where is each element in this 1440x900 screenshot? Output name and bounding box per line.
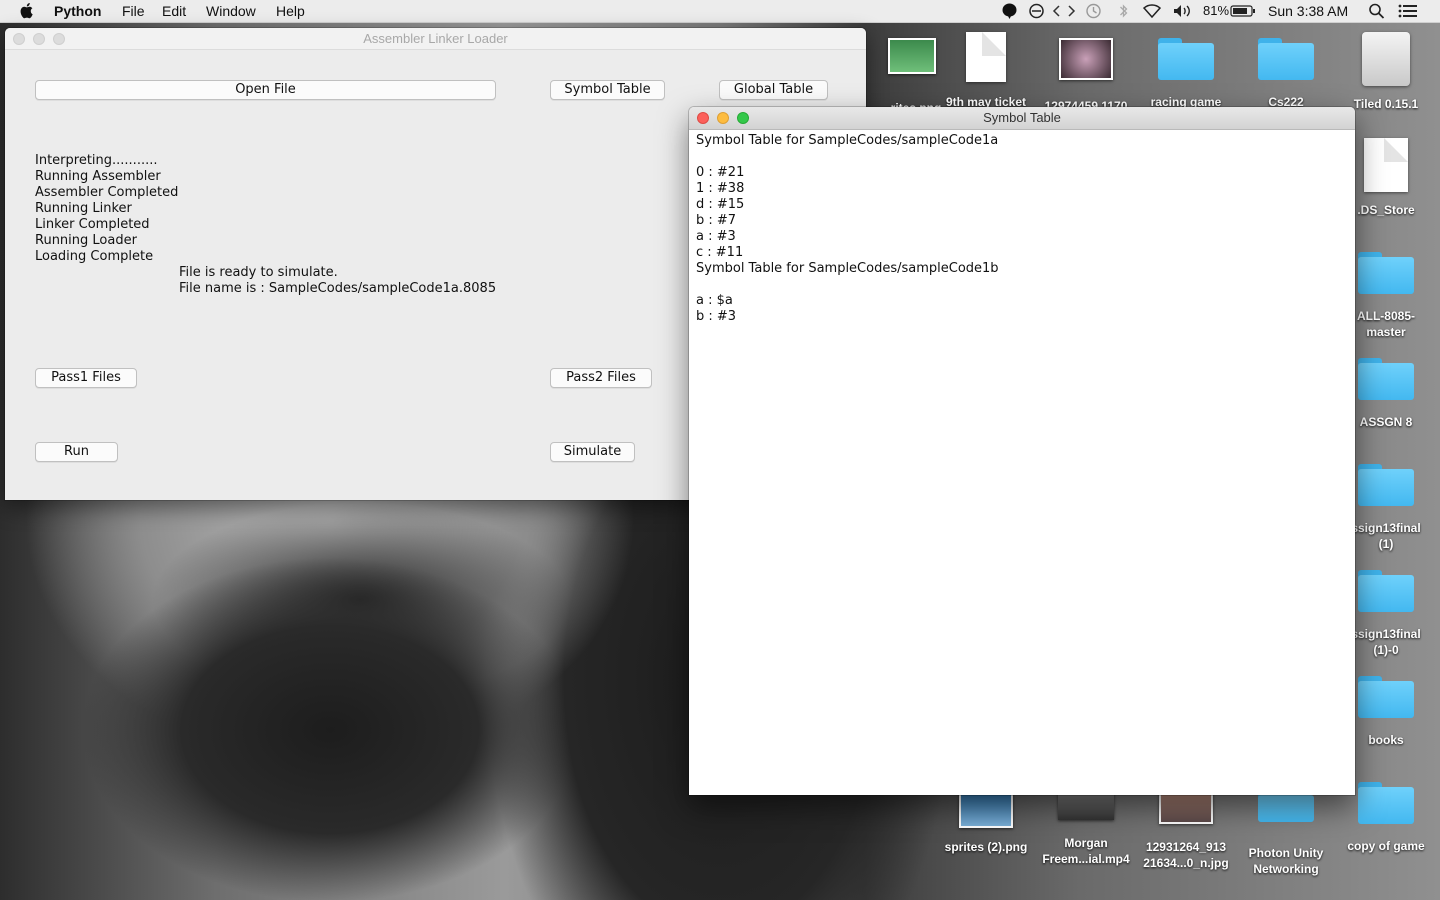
- document-icon: [1364, 138, 1408, 192]
- desktop-icon-cs222[interactable]: Cs222: [1236, 38, 1336, 110]
- symbol-table-button[interactable]: Symbol Table: [550, 80, 665, 100]
- volume-icon[interactable]: [1172, 3, 1194, 19]
- window-titlebar[interactable]: Symbol Table: [689, 107, 1355, 130]
- minimize-button[interactable]: [717, 112, 729, 124]
- file-name-message: File name is : SampleCodes/sampleCode1a.…: [179, 281, 497, 296]
- image-thumbnail-icon: [959, 790, 1013, 828]
- log-line: Running Loader: [35, 233, 137, 248]
- menu-help[interactable]: Help: [276, 3, 305, 19]
- window-title: Assembler Linker Loader: [363, 31, 508, 46]
- notification-center-icon[interactable]: [1398, 3, 1418, 19]
- folder-icon: [1358, 358, 1414, 400]
- desktop-icon-sprites-2[interactable]: sprites (2).png: [936, 790, 1036, 855]
- notification-balloon-icon[interactable]: [1001, 3, 1018, 19]
- image-thumbnail-icon: [888, 38, 936, 74]
- desktop-icon-label: 12931264_913 21634...0_n.jpg: [1143, 840, 1229, 870]
- folder-icon: [1358, 464, 1414, 506]
- image-thumbnail-icon: [1159, 790, 1213, 824]
- simulate-button[interactable]: Simulate: [550, 442, 635, 462]
- bluetooth-icon[interactable]: [1115, 3, 1132, 19]
- symbol-table-text[interactable]: Symbol Table for SampleCodes/sampleCode1…: [696, 133, 999, 325]
- folder-icon: [1258, 38, 1314, 80]
- window-titlebar[interactable]: Assembler Linker Loader: [5, 28, 866, 50]
- log-line: Assembler Completed: [35, 185, 179, 200]
- run-button[interactable]: Run: [35, 442, 118, 462]
- desktop-icon-label: copy of game: [1347, 839, 1425, 853]
- close-button[interactable]: [697, 112, 709, 124]
- zoom-button[interactable]: [53, 33, 65, 45]
- battery-percent: 81%: [1203, 3, 1230, 18]
- apple-icon[interactable]: [20, 2, 35, 19]
- desktop-icon-photon-unity[interactable]: Photon Unity Networking: [1236, 790, 1336, 877]
- menu-window[interactable]: Window: [206, 3, 256, 19]
- zoom-button[interactable]: [737, 112, 749, 124]
- do-not-disturb-icon[interactable]: [1028, 3, 1045, 19]
- menu-file[interactable]: File: [122, 3, 145, 19]
- folder-icon: [1358, 252, 1414, 294]
- desktop-icon-ticket[interactable]: 9th may ticket: [936, 32, 1036, 110]
- desktop-icon-label: Photon Unity Networking: [1248, 846, 1324, 876]
- menu-edit[interactable]: Edit: [162, 3, 186, 19]
- menu-clock[interactable]: Sun 3:38 AM: [1268, 3, 1348, 19]
- desktop-icon-morgan-video[interactable]: Morgan Freem...ial.mp4: [1036, 790, 1136, 867]
- menu-bar: Python File Edit Window Help 81% Sun 3:3…: [0, 0, 1440, 23]
- menu-app-name[interactable]: Python: [54, 3, 101, 19]
- code-brackets-icon[interactable]: [1052, 3, 1076, 19]
- desktop-icon-photo[interactable]: 12974459 1170: [1036, 38, 1136, 114]
- minimize-button[interactable]: [33, 33, 45, 45]
- battery-icon[interactable]: [1230, 3, 1256, 19]
- image-thumbnail-icon: [1059, 38, 1113, 80]
- folder-icon: [1358, 570, 1414, 612]
- folder-icon: [1358, 676, 1414, 718]
- spotlight-search-icon[interactable]: [1368, 3, 1385, 19]
- desktop-icon-racing-game[interactable]: racing game: [1136, 38, 1236, 110]
- desktop-icon-label: Morgan Freem...ial.mp4: [1042, 836, 1130, 866]
- open-file-button[interactable]: Open File: [35, 80, 496, 100]
- pass2-files-button[interactable]: Pass2 Files: [550, 368, 652, 388]
- log-line: Interpreting...........: [35, 153, 158, 168]
- log-line: Loading Complete: [35, 249, 154, 264]
- disk-image-icon: [1362, 32, 1410, 86]
- log-line: Linker Completed: [35, 217, 150, 232]
- log-line: Running Linker: [35, 201, 132, 216]
- log-line: Running Assembler: [35, 169, 161, 184]
- global-table-button[interactable]: Global Table: [719, 80, 828, 100]
- symbol-table-window: Symbol Table Symbol Table for SampleCode…: [689, 107, 1355, 795]
- pass1-files-button[interactable]: Pass1 Files: [35, 368, 137, 388]
- desktop-icon-tiled[interactable]: Tiled 0.15.1: [1336, 32, 1436, 112]
- ready-message: File is ready to simulate.: [179, 265, 338, 280]
- desktop-icon-photo-jpg[interactable]: 12931264_913 21634...0_n.jpg: [1136, 790, 1236, 871]
- document-icon: [966, 32, 1006, 82]
- folder-icon: [1158, 38, 1214, 80]
- folder-icon: [1358, 782, 1414, 824]
- time-machine-icon[interactable]: [1085, 3, 1102, 19]
- desktop-icon-label: sprites (2).png: [944, 840, 1028, 854]
- window-title: Symbol Table: [983, 110, 1061, 125]
- wifi-icon[interactable]: [1142, 3, 1162, 19]
- close-button[interactable]: [13, 33, 25, 45]
